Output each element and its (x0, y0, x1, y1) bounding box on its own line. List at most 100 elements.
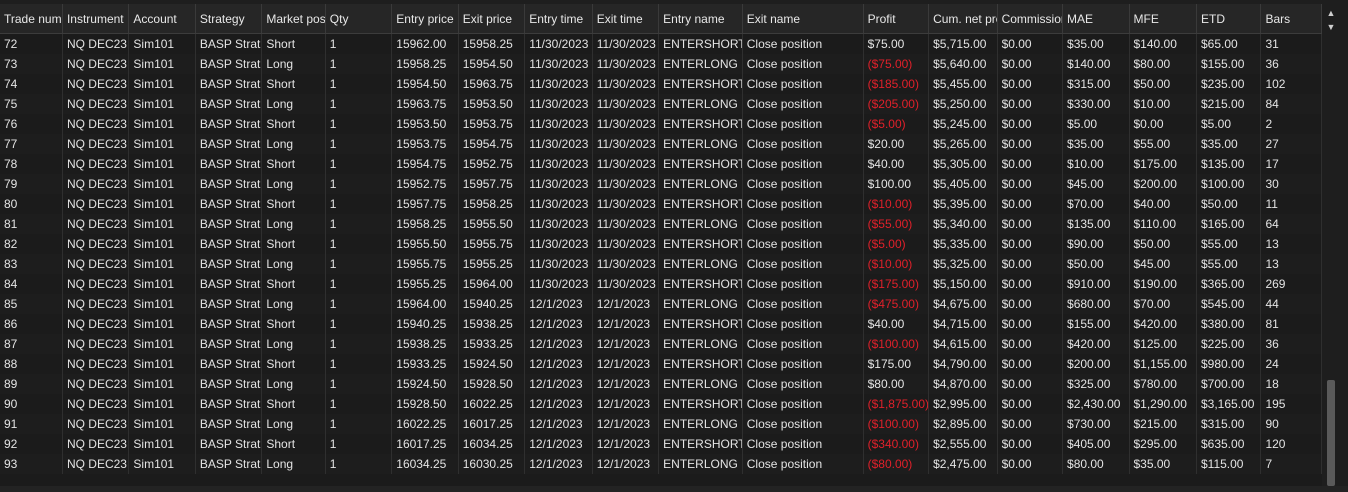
col-header-instrument[interactable]: Instrument (62, 4, 130, 34)
cell-mfe: $175.00 (1129, 154, 1197, 174)
col-header-mae[interactable]: MAE (1062, 4, 1130, 34)
cell-exit-time: 11/30/2023 (592, 254, 660, 274)
col-header-bars[interactable]: Bars (1260, 4, 1322, 34)
cell-account: Sim101 (128, 354, 196, 374)
cell-account: Sim101 (128, 414, 196, 434)
cell-market-position: Long (261, 254, 326, 274)
col-header-entry-name[interactable]: Entry name (658, 4, 743, 34)
table-row[interactable]: 86 NQ DEC23 Sim101 BASP Strat Short 1 15940.25… (0, 314, 1322, 334)
col-header-exit-price[interactable]: Exit price (458, 4, 526, 34)
cell-exit-name: Close position (742, 374, 864, 394)
table-row[interactable]: 89 NQ DEC23 Sim101 BASP Strat Long 1 15924.50 1… (0, 374, 1322, 394)
cell-entry-name: ENTERLONG (658, 294, 743, 314)
cell-exit-price: 15953.50 (458, 94, 526, 114)
table-row[interactable]: 76 NQ DEC23 Sim101 BASP Strat Short 1 15953.50… (0, 114, 1322, 134)
cell-instrument: NQ DEC23 (62, 234, 130, 254)
cell-exit-name: Close position (742, 354, 864, 374)
col-header-commission[interactable]: Commission (997, 4, 1064, 34)
table-row[interactable]: 79 NQ DEC23 Sim101 BASP Strat Long 1 15952.75 1… (0, 174, 1322, 194)
cell-bars: 2 (1260, 114, 1322, 134)
chevron-up-icon[interactable]: ▲ (1324, 6, 1338, 20)
cell-instrument: NQ DEC23 (62, 294, 130, 314)
table-body: 72 NQ DEC23 Sim101 BASP Strat Short 1 15962.00… (0, 33, 1322, 474)
chevron-down-icon[interactable]: ▼ (1324, 20, 1338, 34)
trades-grid[interactable]: Trade number Instrument Account Strategy… (0, 4, 1322, 486)
table-row[interactable]: 91 NQ DEC23 Sim101 BASP Strat Long 1 16022.25 1… (0, 414, 1322, 434)
vertical-scrollbar[interactable]: ▲ ▼ (1324, 4, 1338, 486)
cell-profit: $100.00 (863, 174, 930, 194)
table-row[interactable]: 77 NQ DEC23 Sim101 BASP Strat Long 1 15953.75 1… (0, 134, 1322, 154)
cell-bars: 84 (1260, 94, 1322, 114)
cell-qty: 1 (325, 154, 393, 174)
cell-account: Sim101 (128, 274, 196, 294)
cell-exit-time: 12/1/2023 (592, 394, 660, 414)
cell-commission: $0.00 (997, 414, 1064, 434)
table-row[interactable]: 87 NQ DEC23 Sim101 BASP Strat Long 1 15938.25 1… (0, 334, 1322, 354)
cell-cum-net-profit: $5,340.00 (928, 214, 998, 234)
cell-entry-time: 12/1/2023 (524, 394, 593, 414)
cell-commission: $0.00 (997, 294, 1064, 314)
table-row[interactable]: 80 NQ DEC23 Sim101 BASP Strat Short 1 15957.75… (0, 194, 1322, 214)
table-row[interactable]: 78 NQ DEC23 Sim101 BASP Strat Short 1 15954.75… (0, 154, 1322, 174)
cell-exit-time: 12/1/2023 (592, 334, 660, 354)
table-row[interactable]: 75 NQ DEC23 Sim101 BASP Strat Long 1 15963.75 1… (0, 94, 1322, 114)
col-header-qty[interactable]: Qty (325, 4, 393, 34)
cell-etd: $55.00 (1196, 254, 1262, 274)
col-header-etd[interactable]: ETD (1196, 4, 1262, 34)
cell-exit-name: Close position (742, 134, 864, 154)
cell-instrument: NQ DEC23 (62, 274, 130, 294)
table-row[interactable]: 90 NQ DEC23 Sim101 BASP Strat Short 1 15928.50… (0, 394, 1322, 414)
cell-market-position: Short (261, 33, 326, 54)
table-row[interactable]: 85 NQ DEC23 Sim101 BASP Strat Long 1 15964.00 1… (0, 294, 1322, 314)
table-row[interactable]: 92 NQ DEC23 Sim101 BASP Strat Short 1 16017.25… (0, 434, 1322, 454)
scrollbar-thumb[interactable] (1327, 380, 1335, 486)
cell-entry-name: ENTERLONG (658, 334, 743, 354)
cell-exit-time: 11/30/2023 (592, 174, 660, 194)
col-header-cum-net-profit[interactable]: Cum. net profit (928, 4, 998, 34)
cell-mfe: $420.00 (1129, 314, 1197, 334)
cell-cum-net-profit: $5,715.00 (928, 33, 998, 54)
table-row[interactable]: 84 NQ DEC23 Sim101 BASP Strat Short 1 15955.25… (0, 274, 1322, 294)
col-header-profit[interactable]: Profit (863, 4, 930, 34)
col-header-exit-name[interactable]: Exit name (742, 4, 864, 34)
table-row[interactable]: 73 NQ DEC23 Sim101 BASP Strat Long 1 15958.25 1… (0, 54, 1322, 74)
cell-entry-name: ENTERSHORT (658, 314, 743, 334)
col-header-market-position[interactable]: Market position (261, 4, 326, 34)
cell-cum-net-profit: $5,265.00 (928, 134, 998, 154)
horizontal-scrollbar[interactable] (0, 486, 1348, 492)
cell-entry-time: 12/1/2023 (524, 434, 593, 454)
cell-etd: $100.00 (1196, 174, 1262, 194)
cell-mfe: $80.00 (1129, 54, 1197, 74)
cell-qty: 1 (325, 394, 393, 414)
table-row[interactable]: 72 NQ DEC23 Sim101 BASP Strat Short 1 15962.00… (0, 33, 1322, 54)
cell-etd: $115.00 (1196, 454, 1262, 474)
cell-cum-net-profit: $5,245.00 (928, 114, 998, 134)
table-row[interactable]: 83 NQ DEC23 Sim101 BASP Strat Long 1 15955.75 1… (0, 254, 1322, 274)
cell-instrument: NQ DEC23 (62, 94, 130, 114)
table-row[interactable]: 74 NQ DEC23 Sim101 BASP Strat Short 1 15954.50… (0, 74, 1322, 94)
cell-entry-name: ENTERLONG (658, 134, 743, 154)
cell-exit-time: 11/30/2023 (592, 154, 660, 174)
header-row: Trade number Instrument Account Strategy… (0, 4, 1322, 34)
cell-etd: $50.00 (1196, 194, 1262, 214)
cell-cum-net-profit: $5,150.00 (928, 274, 998, 294)
table-row[interactable]: 81 NQ DEC23 Sim101 BASP Strat Long 1 15958.25 1… (0, 214, 1322, 234)
cell-bars: 195 (1260, 394, 1322, 414)
cell-bars: 44 (1260, 294, 1322, 314)
col-header-trade-number[interactable]: Trade number (0, 4, 63, 34)
col-header-entry-price[interactable]: Entry price (391, 4, 459, 34)
table-row[interactable]: 88 NQ DEC23 Sim101 BASP Strat Short 1 15933.25… (0, 354, 1322, 374)
cell-exit-price: 15955.25 (458, 254, 526, 274)
col-header-exit-time[interactable]: Exit time (592, 4, 660, 34)
col-header-entry-time[interactable]: Entry time (524, 4, 593, 34)
cell-trade-number: 84 (0, 274, 63, 294)
col-header-mfe[interactable]: MFE (1129, 4, 1197, 34)
col-header-account[interactable]: Account (128, 4, 196, 34)
cell-market-position: Short (261, 194, 326, 214)
table-row[interactable]: 82 NQ DEC23 Sim101 BASP Strat Short 1 15955.50… (0, 234, 1322, 254)
cell-entry-price: 15964.00 (391, 294, 459, 314)
cell-exit-time: 11/30/2023 (592, 234, 660, 254)
col-header-strategy[interactable]: Strategy (195, 4, 263, 34)
cell-entry-time: 11/30/2023 (524, 274, 593, 294)
table-row[interactable]: 93 NQ DEC23 Sim101 BASP Strat Long 1 16034.25 1… (0, 454, 1322, 474)
